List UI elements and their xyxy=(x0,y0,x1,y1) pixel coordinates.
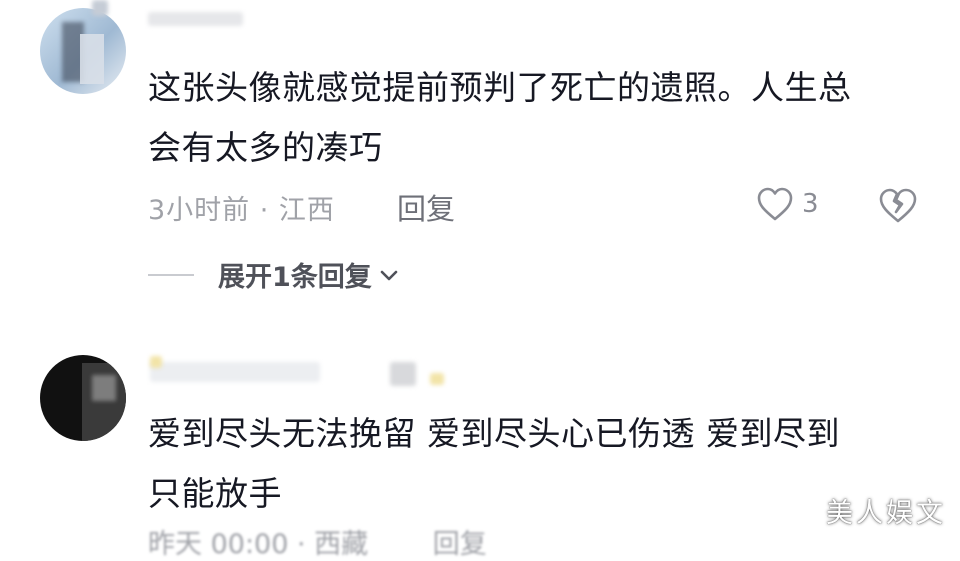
comment-text: 这张头像就感觉提前预判了死亡的遗照。人生总 会有太多的凑巧 xyxy=(148,68,852,167)
sparkle-decoration xyxy=(430,373,444,385)
comment-meta: 3小时前 · 江西 xyxy=(148,195,335,226)
reply-button[interactable]: 回复 xyxy=(397,186,455,228)
sparkle-decoration xyxy=(150,356,162,368)
divider xyxy=(148,273,194,276)
username-badge-blurred xyxy=(390,362,416,386)
reply-button[interactable]: 回复 xyxy=(433,529,487,560)
like-button[interactable]: 3 xyxy=(756,186,819,222)
like-count: 3 xyxy=(802,189,819,219)
chevron-down-icon xyxy=(380,270,398,280)
expand-replies-button[interactable]: 展开1条回复 xyxy=(148,255,402,294)
avatar[interactable] xyxy=(40,8,126,94)
watermark: 美人娱文 xyxy=(826,498,946,529)
username-blurred[interactable] xyxy=(148,12,243,26)
avatar[interactable] xyxy=(40,355,126,441)
dislike-button[interactable] xyxy=(878,186,918,228)
heart-outline-icon xyxy=(757,187,793,221)
expand-replies-label: 展开1条回复 xyxy=(218,262,372,293)
username-badge-blurred xyxy=(92,0,108,16)
username-blurred[interactable] xyxy=(150,362,320,382)
comment-meta-partial: 昨天 00:00 · 西藏 回复 xyxy=(148,529,487,560)
comment-text: 爱到尽头无法挽留 爱到尽头心已伤透 爱到尽到 只能放手 xyxy=(148,414,840,513)
broken-heart-icon xyxy=(879,188,917,223)
